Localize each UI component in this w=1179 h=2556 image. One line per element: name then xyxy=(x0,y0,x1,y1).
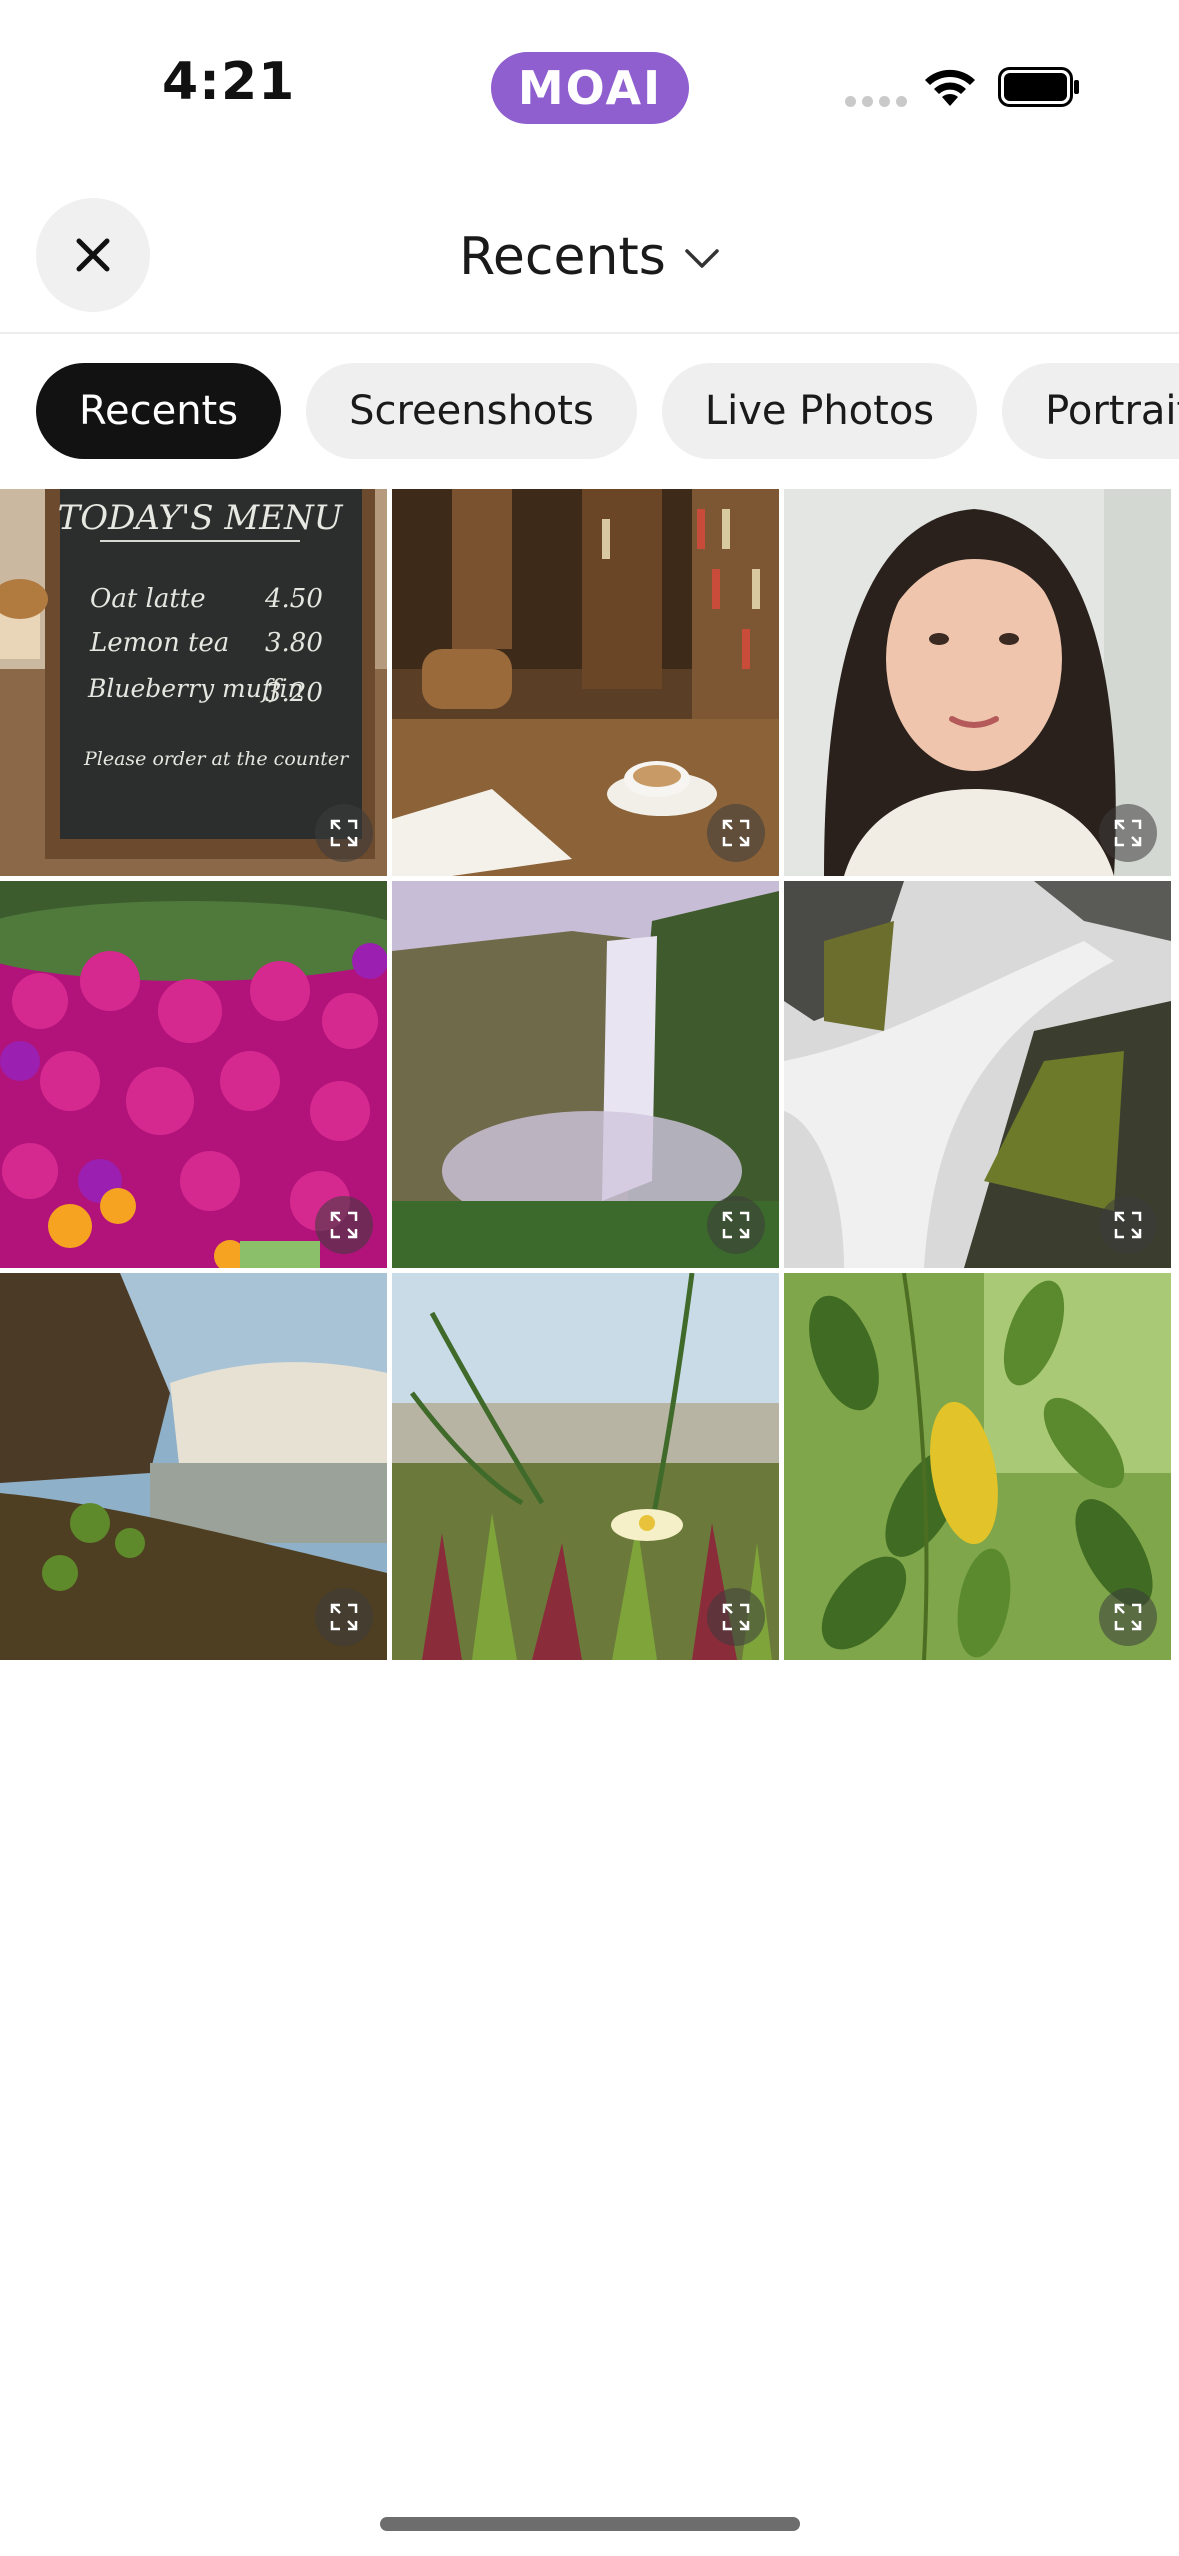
app-badge: MOAI xyxy=(491,52,689,124)
expand-icon xyxy=(330,1603,358,1631)
chip-screenshots[interactable]: Screenshots xyxy=(306,363,637,459)
expand-icon xyxy=(722,1603,750,1631)
album-title: Recents xyxy=(459,227,666,287)
photo-thumbnail[interactable] xyxy=(392,489,779,876)
photo-thumbnail[interactable]: TODAY'S MENU Oat latte 4.50 Lemon tea 3.… xyxy=(0,489,387,876)
photo-thumbnail[interactable] xyxy=(784,881,1171,1268)
expand-button[interactable] xyxy=(1099,1196,1157,1254)
filter-chips: Recents Screenshots Live Photos Portrait xyxy=(36,363,1179,459)
photo-thumbnail[interactable] xyxy=(0,881,387,1268)
expand-icon xyxy=(1114,1603,1142,1631)
expand-icon xyxy=(1114,819,1142,847)
photo-thumbnail[interactable] xyxy=(784,489,1171,876)
expand-button[interactable] xyxy=(315,1196,373,1254)
expand-button[interactable] xyxy=(1099,1588,1157,1646)
photo-thumbnail[interactable] xyxy=(784,1273,1171,1660)
wifi-icon xyxy=(925,69,975,106)
home-indicator[interactable] xyxy=(380,2517,800,2531)
photo-thumbnail[interactable] xyxy=(392,1273,779,1660)
expand-icon xyxy=(330,819,358,847)
expand-icon xyxy=(1114,1211,1142,1239)
expand-button[interactable] xyxy=(315,804,373,862)
chip-recents[interactable]: Recents xyxy=(36,363,282,459)
expand-icon xyxy=(722,1211,750,1239)
cellular-signal-icon xyxy=(845,96,907,107)
menu-heading: TODAY'S MENU xyxy=(58,498,344,538)
album-picker[interactable]: Recents xyxy=(0,212,1179,302)
status-time: 4:21 xyxy=(162,52,296,112)
expand-icon xyxy=(330,1211,358,1239)
battery-icon xyxy=(998,67,1079,107)
expand-button[interactable] xyxy=(707,1588,765,1646)
chevron-down-icon xyxy=(685,249,719,268)
expand-button[interactable] xyxy=(707,804,765,862)
expand-button[interactable] xyxy=(1099,804,1157,862)
menu-item-name: Oat latte xyxy=(90,584,206,614)
photo-thumbnail[interactable] xyxy=(392,881,779,1268)
status-bar: 4:21 MOAI xyxy=(0,0,1179,170)
expand-button[interactable] xyxy=(315,1588,373,1646)
menu-note: Please order at the counter xyxy=(83,748,350,770)
menu-item-price: 3.80 xyxy=(265,628,323,658)
photo-thumbnail[interactable] xyxy=(0,1273,387,1660)
menu-item-name: Lemon tea xyxy=(89,628,229,658)
menu-item-price: 3.20 xyxy=(265,678,323,708)
header-divider xyxy=(0,332,1179,334)
chip-live-photos[interactable]: Live Photos xyxy=(661,363,978,459)
expand-button[interactable] xyxy=(707,1196,765,1254)
chip-portrait[interactable]: Portrait xyxy=(1002,363,1179,459)
menu-item-price: 4.50 xyxy=(264,584,323,614)
expand-icon xyxy=(722,819,750,847)
